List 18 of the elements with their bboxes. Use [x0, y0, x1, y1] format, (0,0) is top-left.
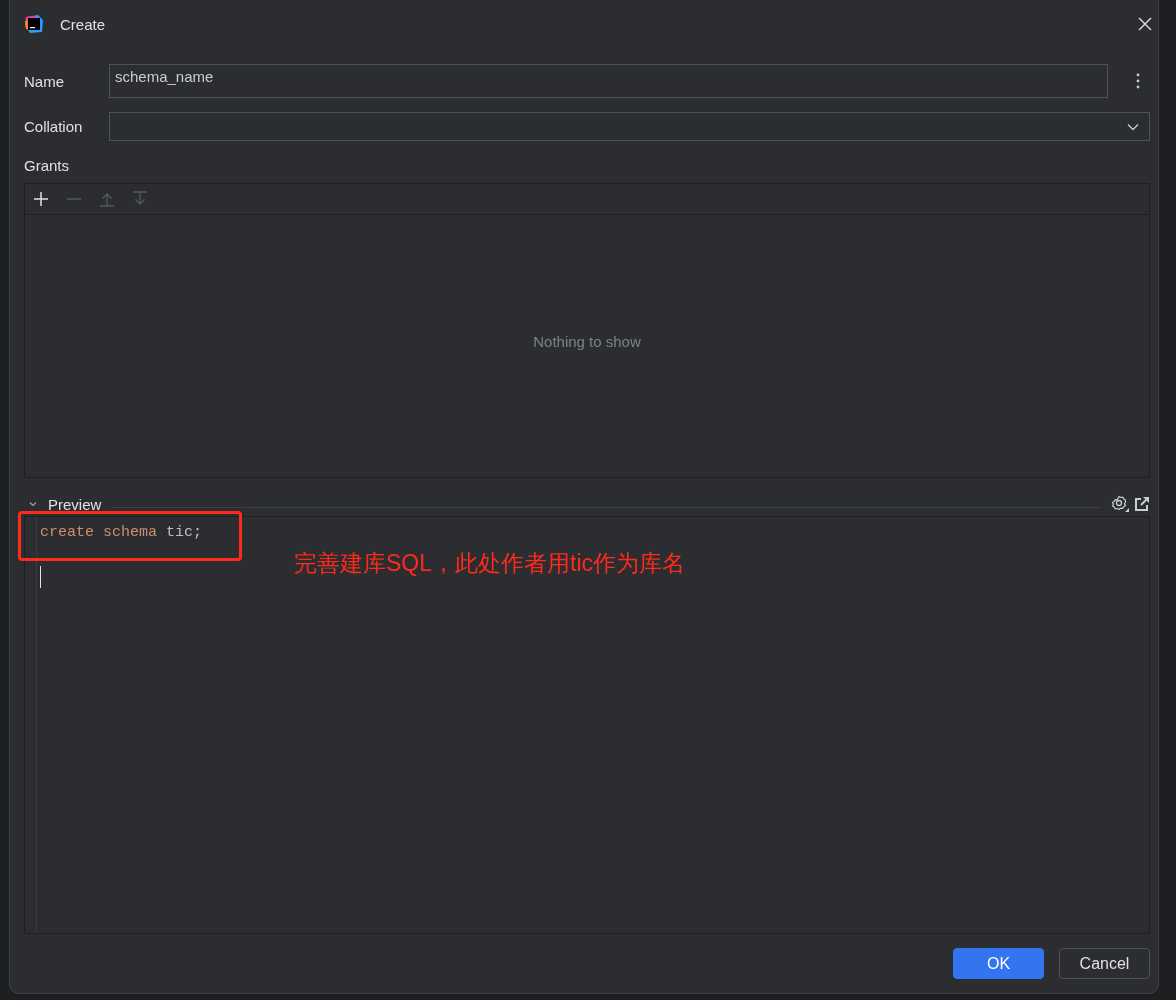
window-title: Create	[60, 15, 106, 33]
annotation-text: 完善建库SQL，此处作者用tic作为库名	[294, 549, 686, 578]
name-field[interactable]: schema_name	[109, 64, 1108, 98]
open-in-window-icon[interactable]	[1134, 496, 1150, 512]
app-logo-icon	[24, 14, 44, 34]
field-label: Collation	[24, 118, 84, 135]
settings-icon[interactable]	[1110, 495, 1130, 513]
grants-label: Grants	[24, 157, 70, 174]
text-cursor	[40, 566, 41, 588]
more-options-icon[interactable]	[1136, 73, 1140, 89]
empty-message: Nothing to show	[533, 332, 641, 350]
ok-button[interactable]: OK	[953, 948, 1044, 979]
cancel-button[interactable]: Cancel	[1059, 948, 1150, 979]
code-line: create schema tic;	[40, 523, 203, 543]
preview-toggle[interactable]: Preview	[24, 495, 102, 513]
add-icon[interactable]	[33, 191, 49, 207]
chevron-icon	[28, 499, 38, 509]
field-label: Name	[24, 72, 65, 90]
